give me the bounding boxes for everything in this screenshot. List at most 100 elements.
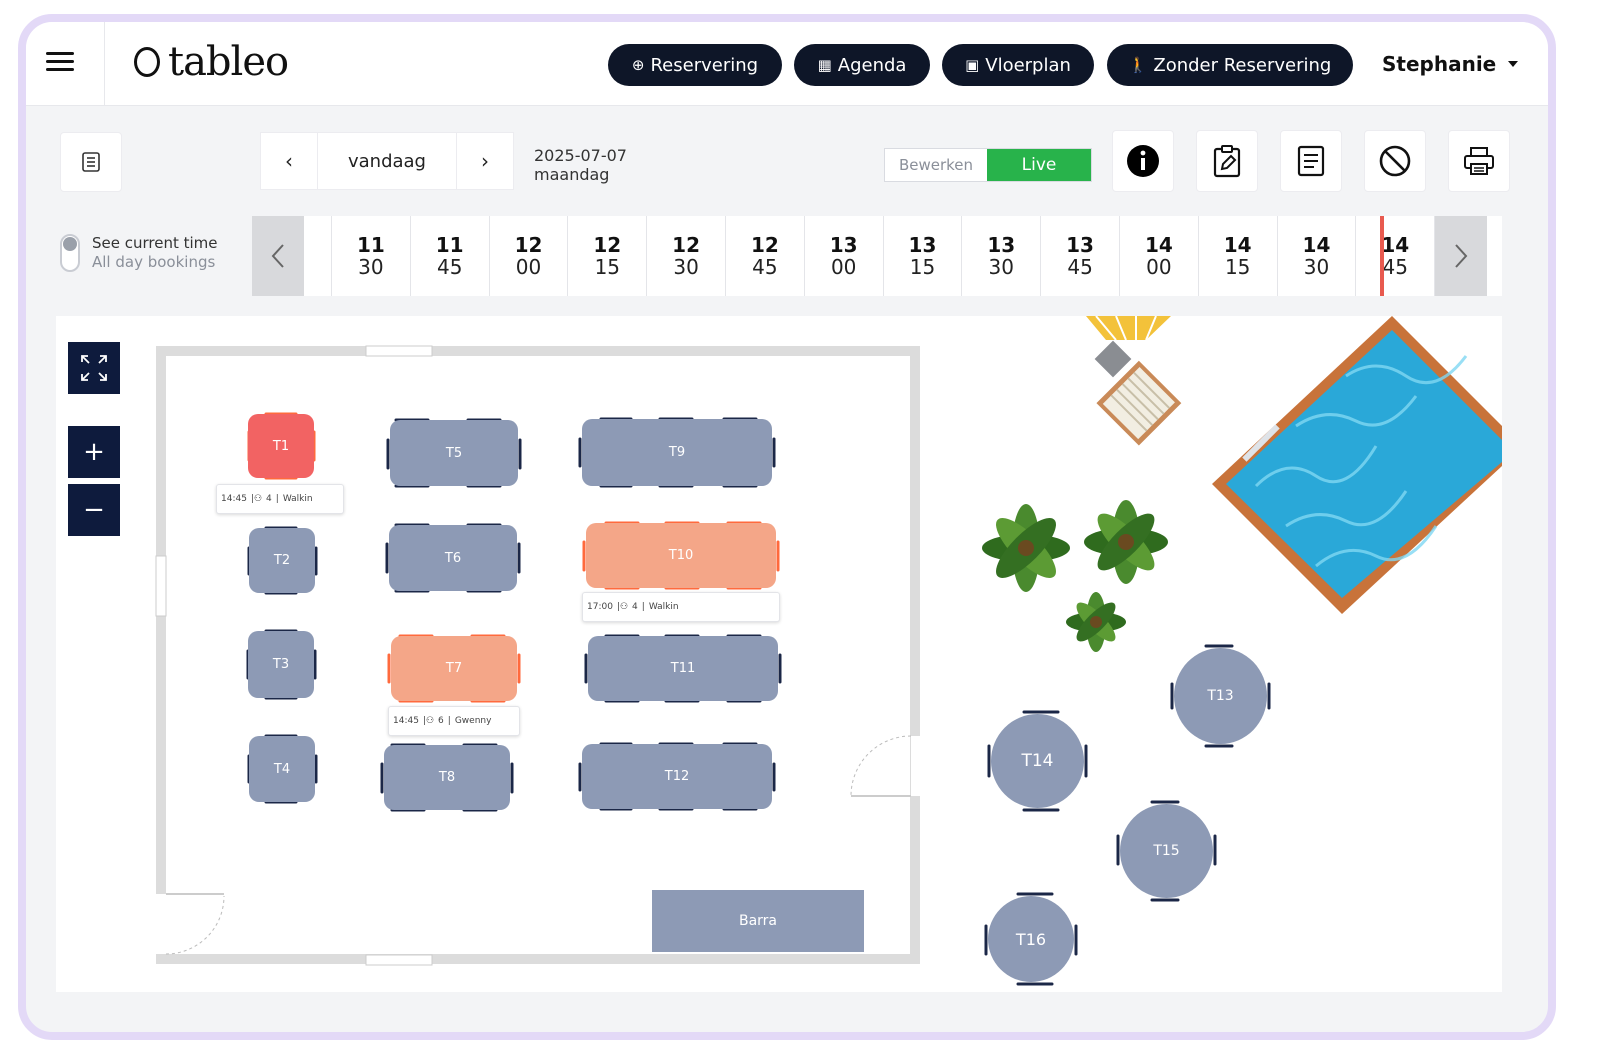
table-t2[interactable]: T2: [249, 528, 315, 593]
mode-toggle: Bewerken Live: [884, 148, 1092, 182]
time-slot-bar: 11 30 11 45 12 00 12 15 12 30 12 45 13 00 13 15 …: [252, 216, 1502, 296]
table-t15[interactable]: T15: [1120, 804, 1213, 898]
time-slot[interactable]: 11 45: [411, 216, 490, 296]
prev-day-button[interactable]: ‹: [261, 133, 317, 189]
clipboard-edit-icon: [1213, 145, 1241, 178]
see-current-time-switch[interactable]: [60, 234, 80, 272]
zoom-out-button[interactable]: −: [68, 484, 120, 536]
report-icon: [1297, 145, 1325, 177]
app-window: tableo ⊕ Reservering ▦ Agenda ▣ Vloerpla…: [18, 14, 1556, 1040]
time-slot[interactable]: 13 45: [1041, 216, 1120, 296]
booking-tag-t10[interactable]: 17:00 |⚇ 4 | Walkin: [582, 592, 780, 622]
booking-name: Walkin: [648, 602, 679, 612]
logo-text: tableo: [168, 39, 289, 85]
current-date: 2025-07-07 maandag: [534, 146, 627, 184]
fullscreen-button[interactable]: [68, 342, 120, 394]
time-slot[interactable]: 14 30: [1278, 216, 1357, 296]
booking-tag-t1[interactable]: 14:45 |⚇ 4 | Walkin: [216, 484, 344, 514]
plants-decor: [982, 500, 1168, 652]
today-button[interactable]: vandaag: [317, 133, 457, 189]
pool-decor: [1212, 316, 1502, 614]
list-view-button[interactable]: [60, 132, 122, 192]
list-view-icon: [82, 152, 100, 172]
print-button[interactable]: [1448, 130, 1510, 192]
slot-minute: 45: [1067, 255, 1093, 279]
agenda-button[interactable]: ▦ Agenda: [794, 44, 930, 86]
table-t11[interactable]: T11: [588, 636, 778, 701]
user-menu[interactable]: Stephanie: [1382, 52, 1519, 76]
slot-minute: 30: [673, 255, 699, 279]
table-t3[interactable]: T3: [248, 631, 314, 698]
table-t16[interactable]: T16: [988, 896, 1074, 982]
vloerplan-button[interactable]: ▣ Vloerplan: [942, 44, 1094, 86]
table-t7[interactable]: T7: [391, 636, 517, 701]
reservering-button[interactable]: ⊕ Reservering: [608, 44, 782, 86]
time-slot[interactable]: 11 30: [332, 216, 411, 296]
calendar-icon: ▦: [817, 56, 832, 74]
slot-hour: 14: [1223, 233, 1252, 257]
table-t8[interactable]: T8: [384, 745, 510, 810]
slot-hour: 13: [829, 233, 858, 257]
info-icon: [1127, 145, 1159, 177]
date-navigator: ‹ vandaag ›: [260, 132, 514, 190]
tableo-logo[interactable]: tableo: [134, 39, 289, 85]
bewerken-button[interactable]: Bewerken: [885, 149, 987, 181]
table-t6[interactable]: T6: [389, 525, 517, 591]
slot-minute: 30: [358, 255, 384, 279]
print-icon: [1464, 147, 1494, 175]
time-slot[interactable]: 12 45: [726, 216, 805, 296]
slot-minute: 45: [1382, 255, 1408, 279]
time-slot[interactable]: 14 45: [1356, 216, 1436, 296]
booking-guests: 4: [632, 602, 638, 612]
block-button[interactable]: [1364, 130, 1426, 192]
table-t14[interactable]: T14: [991, 714, 1084, 808]
report-button[interactable]: [1280, 130, 1342, 192]
table-t13[interactable]: T13: [1174, 648, 1267, 744]
table-t5[interactable]: T5: [390, 420, 518, 486]
sun-lounger-decor: [1086, 316, 1182, 446]
expand-icon: [81, 355, 107, 381]
table-t1[interactable]: T1: [248, 414, 314, 478]
slot-minute: 00: [1146, 255, 1172, 279]
time-slot[interactable]: 12 15: [568, 216, 648, 296]
booking-name: Walkin: [282, 494, 313, 504]
time-slot[interactable]: 13 00: [805, 216, 884, 296]
clipboard-edit-button[interactable]: [1196, 130, 1258, 192]
booking-guests: 6: [438, 716, 444, 726]
vloerplan-label: Vloerplan: [985, 54, 1071, 76]
timeline-next-button[interactable]: [1435, 216, 1488, 296]
slot-hour: 12: [514, 233, 543, 257]
time-slot[interactable]: 13 30: [962, 216, 1042, 296]
bar-counter[interactable]: Barra: [652, 890, 864, 952]
time-slot[interactable]: 12 30: [647, 216, 726, 296]
booking-separator: |: [275, 494, 279, 504]
floorplan-icon: ▣: [965, 56, 980, 74]
table-t4[interactable]: T4: [249, 736, 315, 802]
slot-minute: 30: [988, 255, 1014, 279]
header-divider: [104, 22, 105, 106]
slot-minute: 45: [752, 255, 778, 279]
time-slot[interactable]: 14 00: [1120, 216, 1199, 296]
time-slot[interactable]: 12 00: [490, 216, 569, 296]
chevron-left-icon: [271, 244, 284, 268]
booking-tag-t7[interactable]: 14:45 |⚇ 6 | Gwenny: [388, 706, 520, 736]
booking-name: Gwenny: [454, 716, 492, 726]
zonder-reservering-button[interactable]: 🚶 Zonder Reservering: [1107, 44, 1353, 86]
plus-circle-icon: ⊕: [631, 56, 645, 74]
table-t9[interactable]: T9: [582, 419, 772, 486]
menu-icon[interactable]: [46, 52, 74, 74]
next-day-button[interactable]: ›: [457, 133, 513, 189]
table-t10[interactable]: T10: [586, 523, 776, 588]
time-slot[interactable]: 13 15: [884, 216, 963, 296]
time-slot[interactable]: 14 15: [1199, 216, 1278, 296]
top-header: tableo ⊕ Reservering ▦ Agenda ▣ Vloerpla…: [26, 22, 1548, 106]
live-button[interactable]: Live: [987, 149, 1091, 181]
slot-hour: 11: [435, 233, 464, 257]
switch-knob: [63, 237, 77, 251]
info-button[interactable]: [1112, 130, 1174, 192]
caret-down-icon: [1508, 61, 1519, 67]
table-t12[interactable]: T12: [582, 744, 772, 809]
zoom-in-button[interactable]: +: [68, 426, 120, 478]
all-day-bookings-label[interactable]: All day bookings: [92, 253, 215, 271]
timeline-prev-button[interactable]: [252, 216, 304, 296]
